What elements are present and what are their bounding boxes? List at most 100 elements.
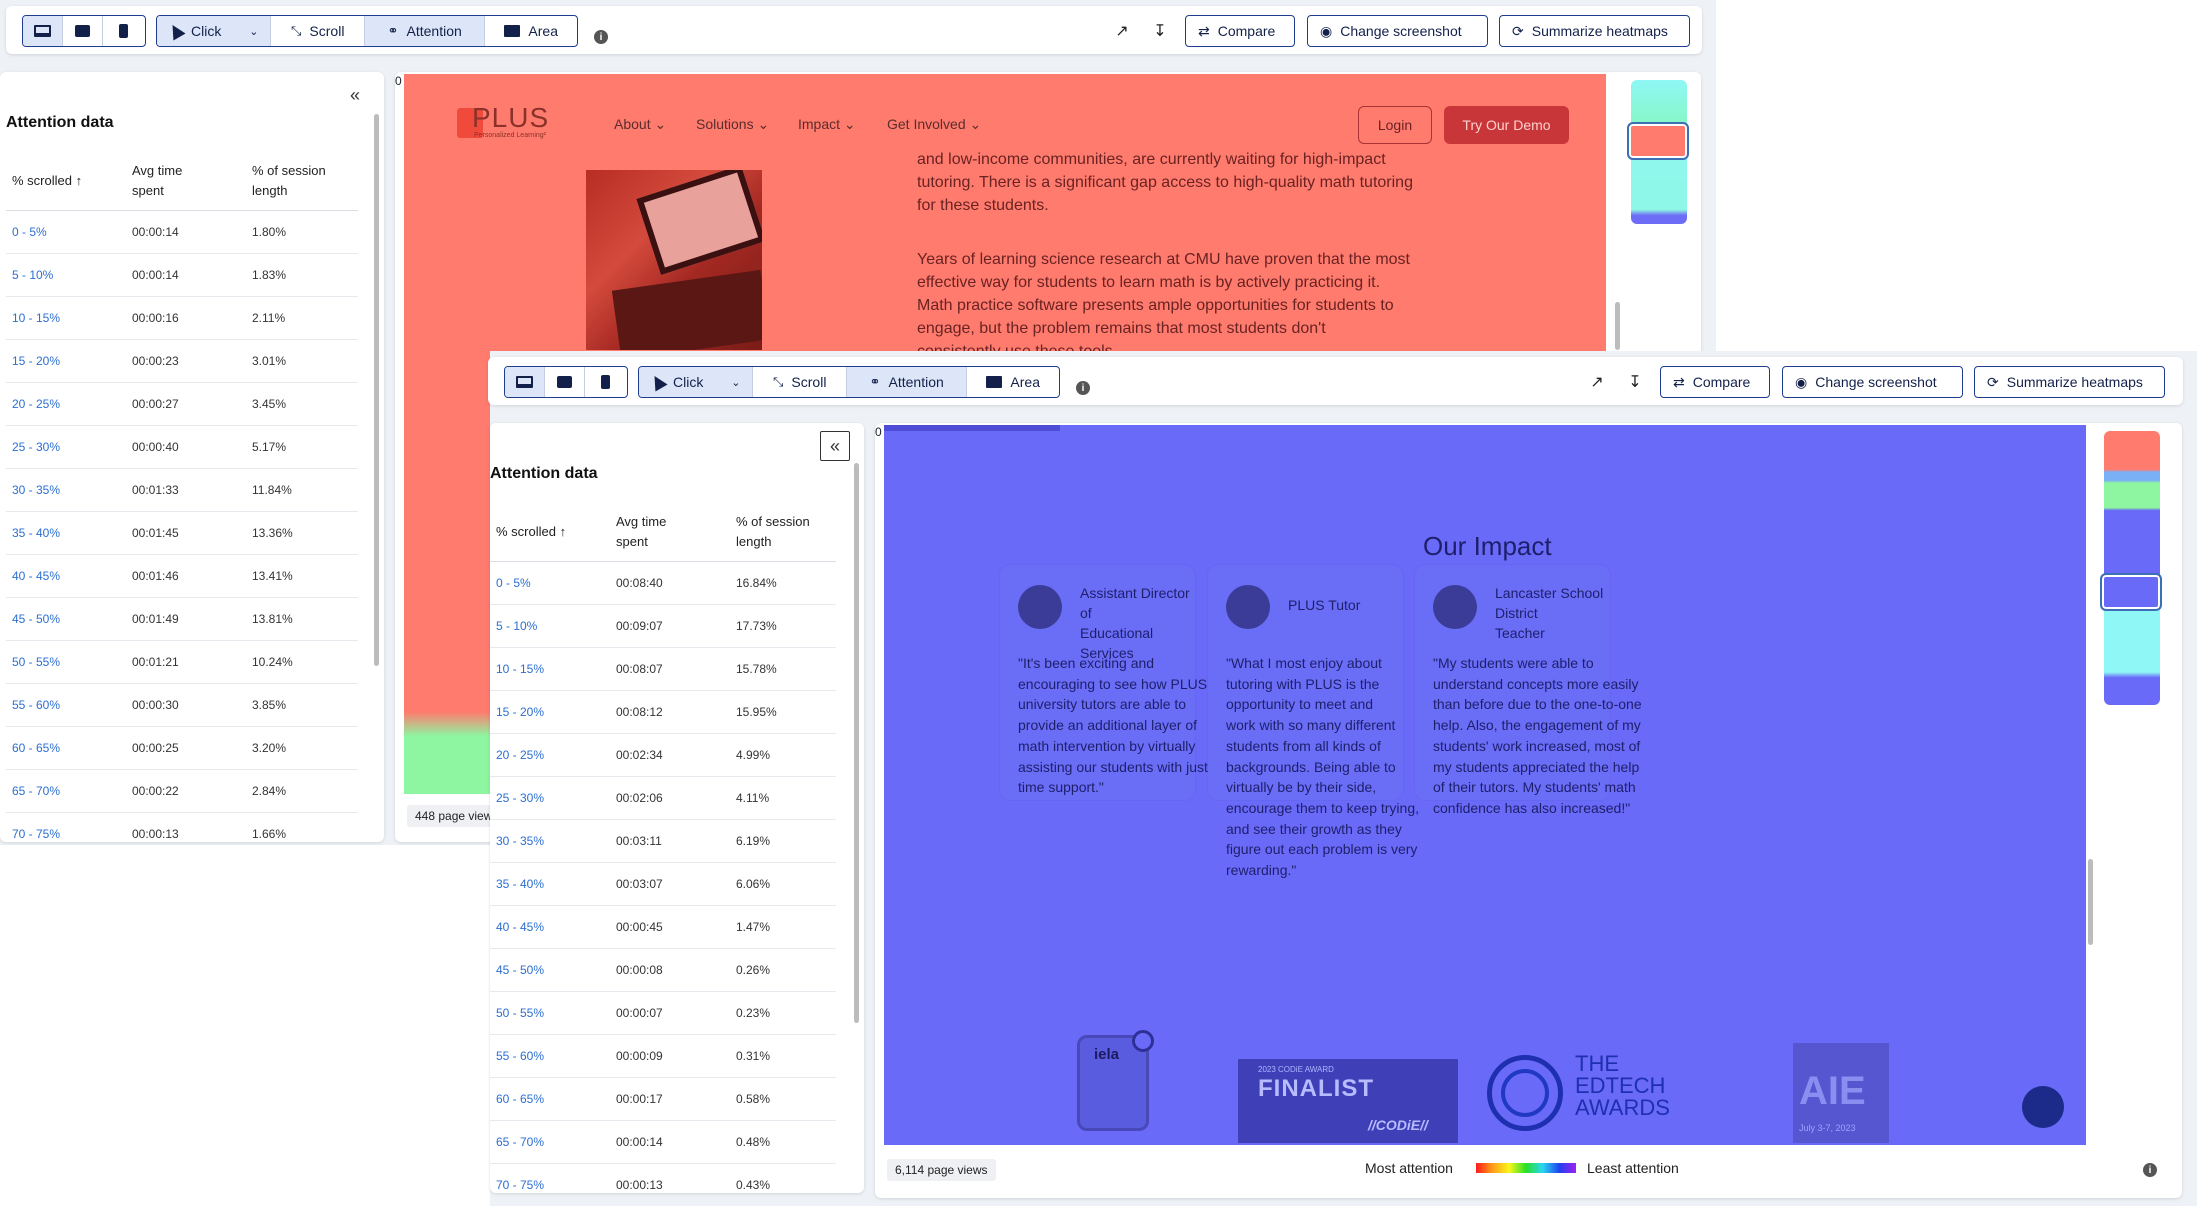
attention-mode-button[interactable]: ⚭ Attention xyxy=(847,367,968,397)
download-icon[interactable]: ↧ xyxy=(1624,371,1646,393)
range-link[interactable]: 30 - 35% xyxy=(6,468,126,512)
range-link[interactable]: 35 - 40% xyxy=(6,511,126,555)
change-screenshot-button[interactable]: ◉ Change screenshot xyxy=(1782,366,1963,398)
session-pct-cell: 1.66% xyxy=(246,812,358,842)
change-screenshot-button[interactable]: ◉ Change screenshot xyxy=(1307,15,1488,47)
scroll-mode-button[interactable]: ⤡ Scroll xyxy=(271,16,366,46)
header-scrolled[interactable]: % scrolled ↑ xyxy=(6,152,126,211)
attention-mode-button[interactable]: ⚭ Attention xyxy=(365,16,486,46)
range-link[interactable]: 45 - 50% xyxy=(6,597,126,641)
viewer-scrollbar[interactable] xyxy=(2088,859,2093,945)
range-link[interactable]: 30 - 35% xyxy=(490,819,610,863)
heatmap-minimap[interactable] xyxy=(2104,431,2160,705)
info-icon[interactable]: i xyxy=(1076,381,1090,395)
collapse-panel-button[interactable]: « xyxy=(340,80,370,110)
range-link[interactable]: 20 - 25% xyxy=(490,733,610,777)
nav-solutions[interactable]: Solutions ⌄ xyxy=(696,116,769,133)
desktop-button[interactable] xyxy=(23,16,63,46)
mobile-button[interactable] xyxy=(585,367,625,397)
range-link[interactable]: 40 - 45% xyxy=(490,905,610,949)
click-mode-button[interactable]: Click ⌄ xyxy=(639,367,754,397)
table-row: 25 - 30% 00:00:40 5.17% xyxy=(6,425,358,469)
range-link[interactable]: 25 - 30% xyxy=(490,776,610,820)
panel-scrollbar[interactable] xyxy=(374,114,379,666)
chevron-down-icon[interactable]: ⌄ xyxy=(731,376,740,389)
info-icon[interactable]: i xyxy=(2143,1163,2157,1177)
range-link[interactable]: 0 - 5% xyxy=(490,561,610,605)
collapse-panel-button[interactable]: « xyxy=(820,431,850,461)
range-link[interactable]: 60 - 65% xyxy=(490,1077,610,1121)
range-link[interactable]: 10 - 15% xyxy=(6,296,126,340)
range-link[interactable]: 55 - 60% xyxy=(490,1034,610,1078)
range-link[interactable]: 55 - 60% xyxy=(6,683,126,727)
desktop-icon xyxy=(516,376,533,388)
scroll-marker: 0 xyxy=(395,74,402,88)
range-link[interactable]: 15 - 20% xyxy=(490,690,610,734)
area-mode-button[interactable]: Area xyxy=(485,16,577,46)
laptop-photo xyxy=(586,170,762,350)
session-pct-cell: 1.83% xyxy=(246,253,358,297)
table-row: 35 - 40% 00:01:45 13.36% xyxy=(6,511,358,555)
range-link[interactable]: 10 - 15% xyxy=(490,647,610,691)
tablet-button[interactable] xyxy=(63,16,103,46)
share-icon[interactable]: ↗ xyxy=(1111,20,1133,42)
panel-scrollbar[interactable] xyxy=(854,463,859,1023)
range-link[interactable]: 5 - 10% xyxy=(6,253,126,297)
sort-arrow-icon[interactable]: ↑ xyxy=(560,524,567,539)
range-link[interactable]: 35 - 40% xyxy=(490,862,610,906)
codie-finalist-badge: 2023 CODiE AWARD FINALIST //CODiE// xyxy=(1238,1059,1458,1143)
scroll-mode-button[interactable]: ⤡ Scroll xyxy=(753,367,848,397)
sparkle-icon: ⟳ xyxy=(1987,373,1999,390)
tablet-button[interactable] xyxy=(545,367,585,397)
range-link[interactable]: 40 - 45% xyxy=(6,554,126,598)
summarize-heatmaps-button[interactable]: ⟳ Summarize heatmaps xyxy=(1499,15,1690,47)
demo-button[interactable]: Try Our Demo xyxy=(1444,106,1569,144)
site-logo[interactable]: PLUS xyxy=(472,102,549,134)
compare-button[interactable]: ⇄ Compare xyxy=(1660,366,1770,398)
share-icon[interactable]: ↗ xyxy=(1586,371,1608,393)
range-link[interactable]: 70 - 75% xyxy=(490,1163,610,1193)
avg-time-cell: 00:03:11 xyxy=(610,819,730,863)
range-link[interactable]: 0 - 5% xyxy=(6,210,126,254)
summarize-heatmaps-button[interactable]: ⟳ Summarize heatmaps xyxy=(1974,366,2165,398)
range-link[interactable]: 50 - 55% xyxy=(6,640,126,684)
table-row: 70 - 75% 00:00:13 1.66% xyxy=(6,812,358,842)
desktop-button[interactable] xyxy=(505,367,545,397)
range-link[interactable]: 50 - 55% xyxy=(490,991,610,1035)
attention-gradient-legend xyxy=(1476,1163,1576,1173)
sort-arrow-icon[interactable]: ↑ xyxy=(76,173,83,188)
range-link[interactable]: 65 - 70% xyxy=(490,1120,610,1164)
minimap-viewport[interactable] xyxy=(1627,122,1689,160)
mobile-button[interactable] xyxy=(103,16,143,46)
range-link[interactable]: 70 - 75% xyxy=(6,812,126,842)
avg-time-cell: 00:00:17 xyxy=(610,1077,730,1121)
range-link[interactable]: 60 - 65% xyxy=(6,726,126,770)
nav-impact[interactable]: Impact ⌄ xyxy=(798,116,856,133)
session-pct-cell: 3.85% xyxy=(246,683,358,727)
range-link[interactable]: 15 - 20% xyxy=(6,339,126,383)
range-link[interactable]: 5 - 10% xyxy=(490,604,610,648)
download-icon[interactable]: ↧ xyxy=(1149,20,1171,42)
glasses-icon: ⚭ xyxy=(869,374,881,389)
range-link[interactable]: 45 - 50% xyxy=(490,948,610,992)
viewer-scrollbar[interactable] xyxy=(1615,302,1620,350)
range-link[interactable]: 20 - 25% xyxy=(6,382,126,426)
click-mode-button[interactable]: Click ⌄ xyxy=(157,16,272,46)
table-row: 20 - 25% 00:00:27 3.45% xyxy=(6,382,358,426)
nav-about[interactable]: About ⌄ xyxy=(614,116,666,133)
minimap-viewport[interactable] xyxy=(2100,573,2162,611)
chevron-down-icon[interactable]: ⌄ xyxy=(249,25,258,38)
section-title: Our Impact xyxy=(1423,531,1552,561)
session-pct-cell: 1.80% xyxy=(246,210,358,254)
info-icon[interactable]: i xyxy=(594,30,608,44)
nav-get-involved[interactable]: Get Involved ⌄ xyxy=(887,116,981,133)
range-link[interactable]: 65 - 70% xyxy=(6,769,126,813)
table-row: 10 - 15% 00:08:07 15.78% xyxy=(490,647,836,691)
area-mode-button[interactable]: Area xyxy=(967,367,1059,397)
range-link[interactable]: 25 - 30% xyxy=(6,425,126,469)
compare-button[interactable]: ⇄ Compare xyxy=(1185,15,1295,47)
chat-widget-icon[interactable] xyxy=(2022,1086,2064,1128)
avg-time-cell: 00:02:34 xyxy=(610,733,730,777)
header-scrolled[interactable]: % scrolled ↑ xyxy=(490,503,610,562)
login-button[interactable]: Login xyxy=(1358,106,1432,144)
